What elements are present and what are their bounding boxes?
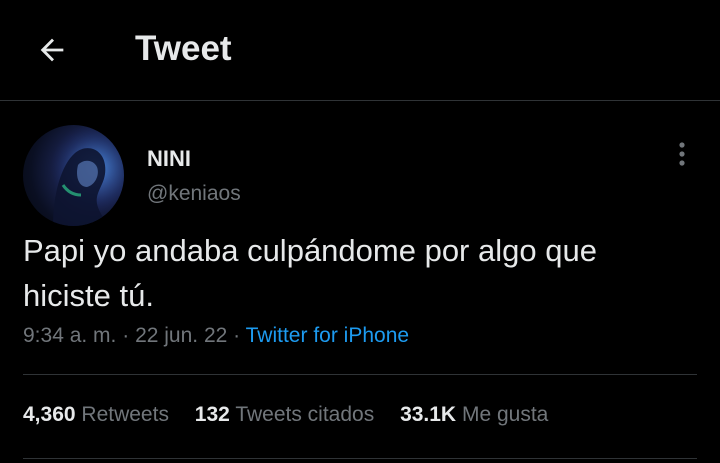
quotes-label: Tweets citados [235,403,375,426]
tweet-text: Papi yo andaba culpándome por algo que h… [23,233,606,313]
likes-label: Me gusta [461,403,549,426]
divider [23,374,697,375]
page-title: Tweet [135,29,232,68]
retweets-count: 4,360 [23,403,76,426]
top-bar: Tweet [0,0,720,101]
tweet-source-link[interactable]: Twitter for iPhone [246,324,409,347]
likes-stat[interactable]: 33.1K Me gusta [400,400,548,430]
meta-separator: · [233,324,241,347]
meta-separator: · [122,324,130,347]
retweets-label: Retweets [81,403,169,426]
more-options-button[interactable] [666,138,698,170]
more-vertical-icon [679,142,685,166]
engagement-stats: 4,360 Retweets 132 Tweets citados 33.1K … [23,400,568,430]
retweets-stat[interactable]: 4,360 Retweets [23,400,169,430]
avatar[interactable] [23,125,124,226]
quotes-stat[interactable]: 132 Tweets citados [195,400,374,430]
arrow-left-icon [40,38,64,62]
divider [23,458,697,459]
tweet-meta: 9:34 a. m. · 22 jun. 22 · Twitter for iP… [23,322,409,350]
likes-count: 33.1K [400,403,457,426]
author-handle[interactable]: @keniaos [147,181,241,207]
back-button[interactable] [32,30,72,70]
tweet-date[interactable]: 22 jun. 22 [135,324,227,347]
author-display-name[interactable]: NINI [147,146,191,172]
tweet-time[interactable]: 9:34 a. m. [23,324,116,347]
quotes-count: 132 [194,403,230,426]
avatar-photo [23,125,124,226]
